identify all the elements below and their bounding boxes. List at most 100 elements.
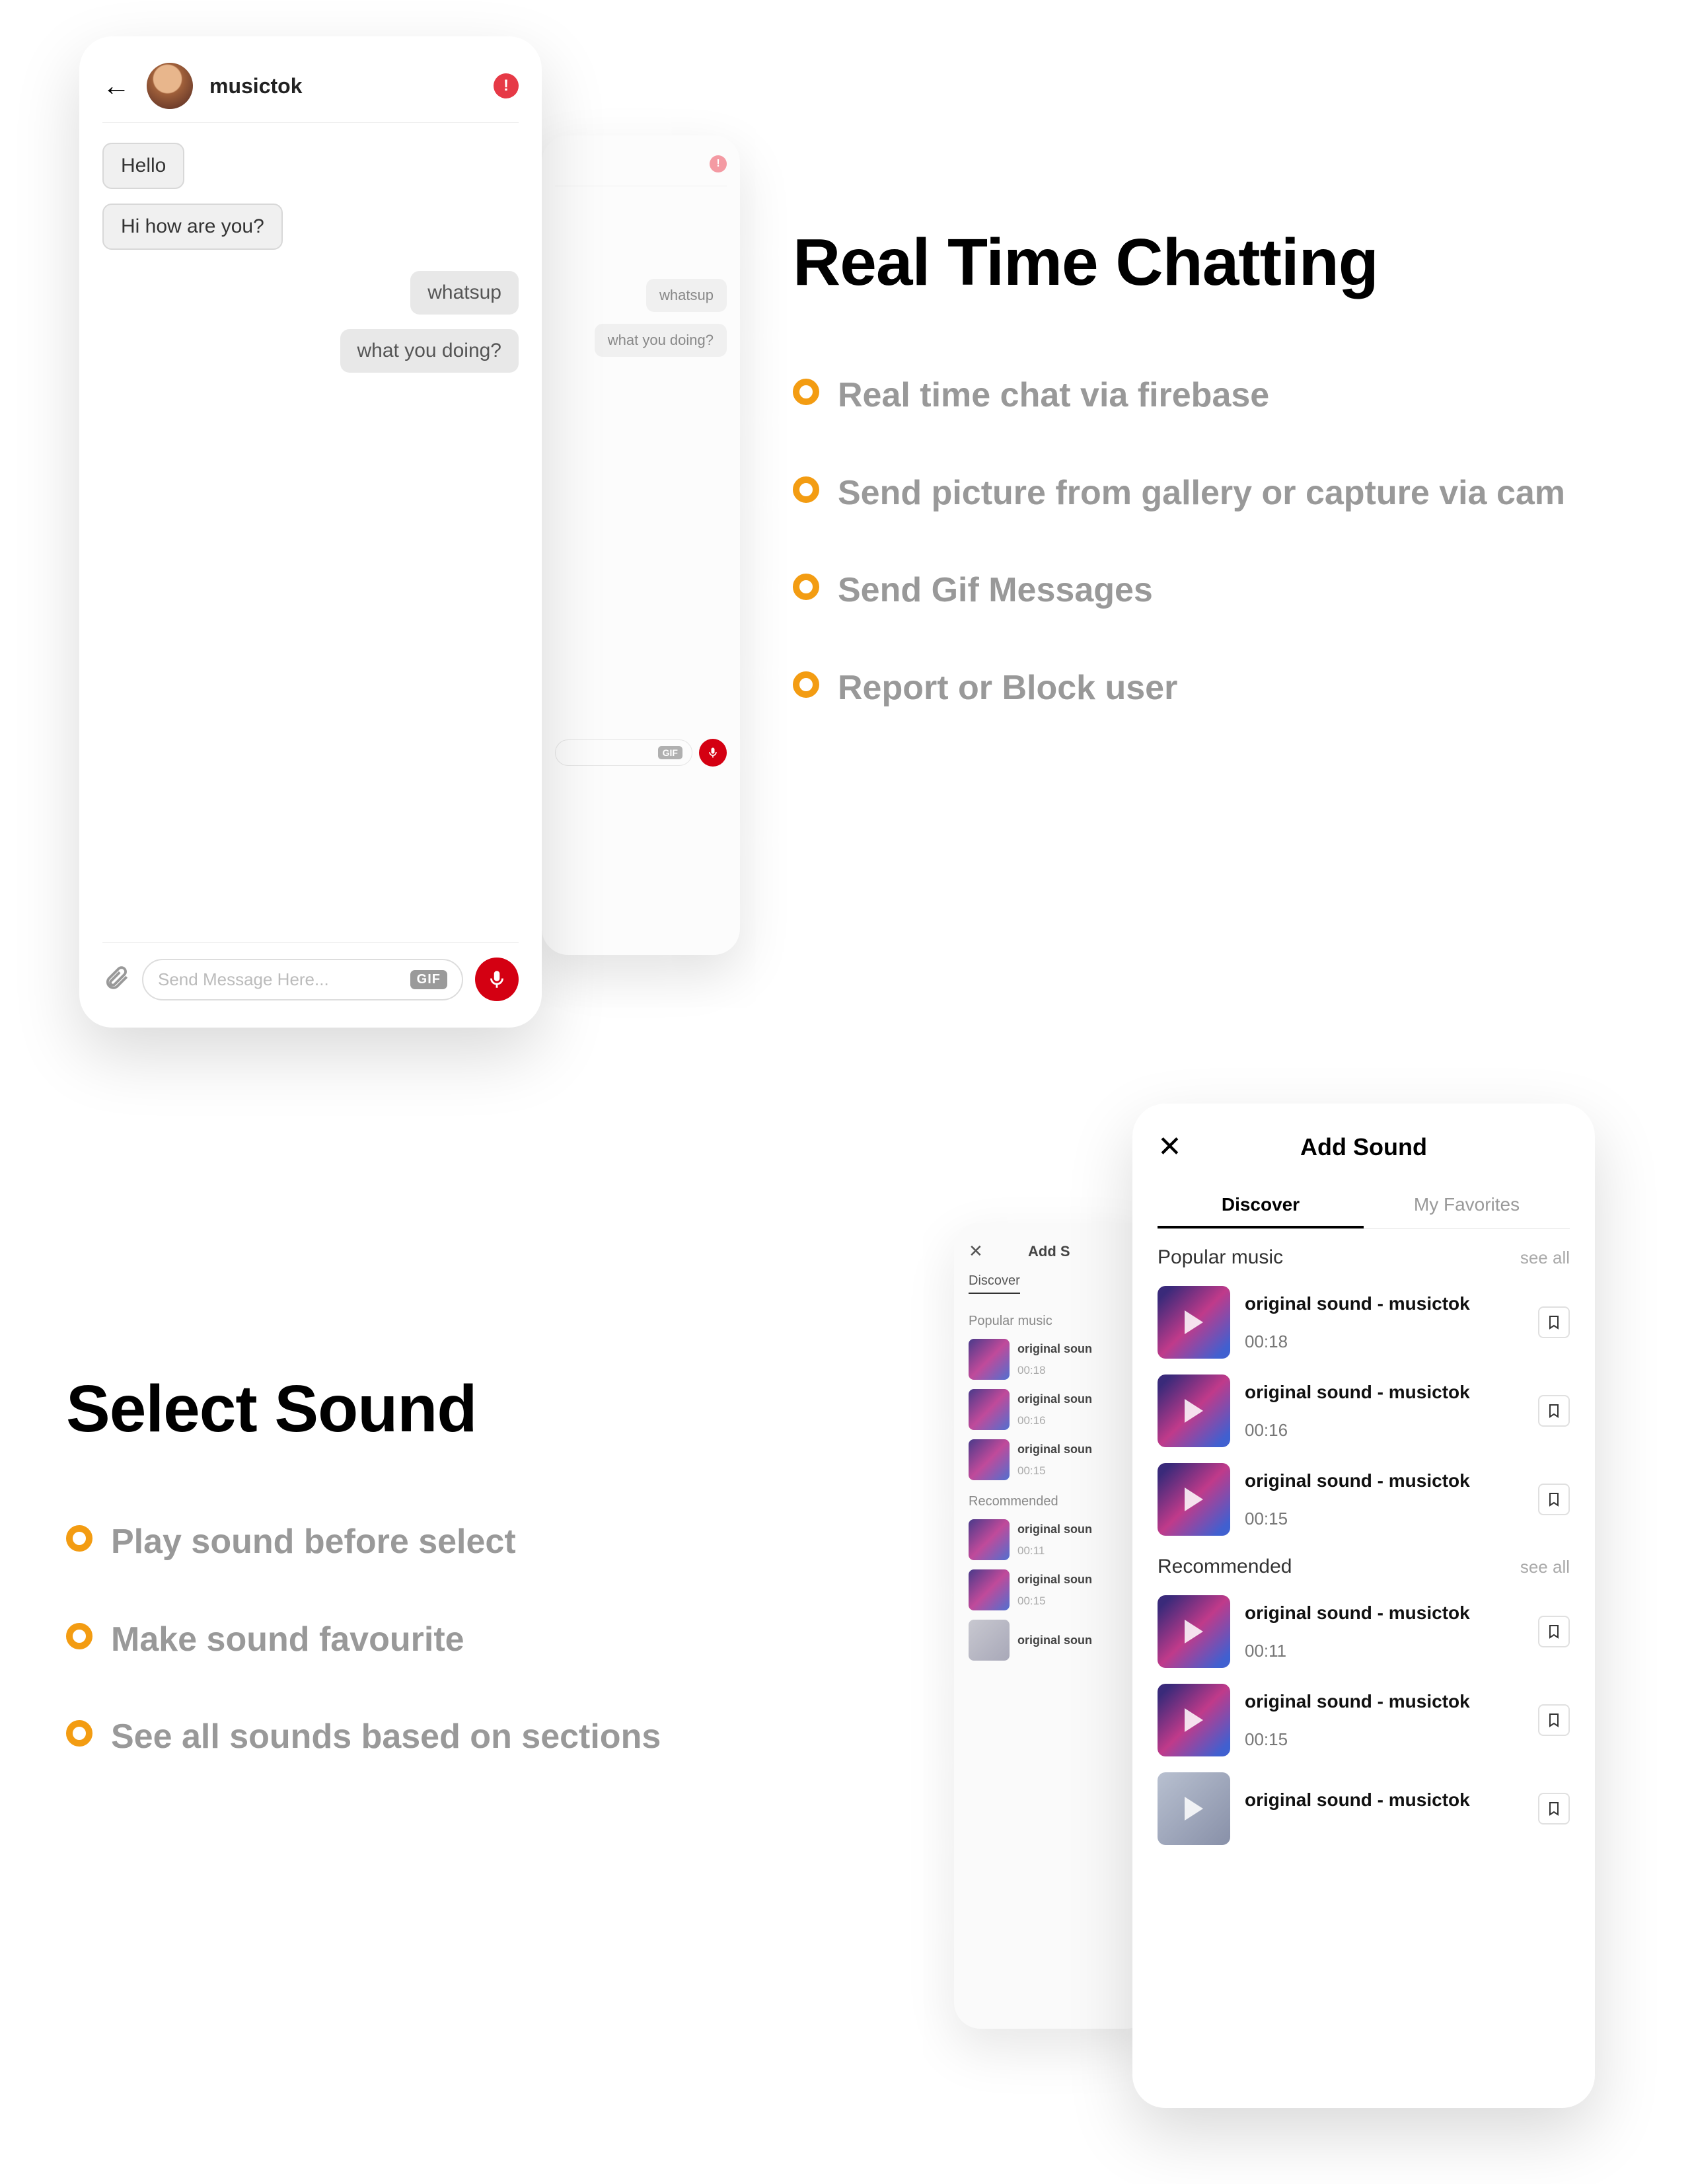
- tab-discover[interactable]: Discover: [969, 1273, 1020, 1294]
- attachment-icon[interactable]: [102, 964, 130, 995]
- gif-button[interactable]: GIF: [410, 970, 447, 989]
- section-label: Popular music: [969, 1314, 1138, 1329]
- sound-item[interactable]: original soun00:16: [969, 1384, 1138, 1435]
- sound-name: original sound - musictok: [1245, 1293, 1524, 1314]
- sound-tabs: Discover My Favorites: [1158, 1184, 1570, 1229]
- sound-item[interactable]: original soun: [969, 1615, 1138, 1665]
- chat-message-in: Hello: [102, 143, 184, 189]
- feature-text: Real time chat via firebase: [838, 373, 1269, 418]
- sound-name: original sound - musictok: [1245, 1470, 1524, 1491]
- sound-thumb-play-icon[interactable]: [1158, 1595, 1230, 1668]
- feature-text: Send picture from gallery or capture via…: [838, 471, 1565, 516]
- feature-text: Report or Block user: [838, 666, 1177, 711]
- chat-message-out: what you doing?: [595, 324, 727, 357]
- alert-icon[interactable]: !: [494, 73, 519, 98]
- sound-name: original sound - musictok: [1245, 1691, 1524, 1712]
- sound-thumb-play-icon[interactable]: [1158, 1374, 1230, 1447]
- feature-item: Make sound favourite: [66, 1618, 859, 1663]
- sound-time: 00:11: [1017, 1544, 1138, 1558]
- section-header: Popular music see all: [1158, 1246, 1570, 1269]
- bookmark-button[interactable]: [1538, 1793, 1570, 1825]
- chat-message-in: Hi how are you?: [102, 204, 283, 250]
- bullet-icon: [66, 1623, 92, 1649]
- sound-name: original soun: [1017, 1573, 1138, 1587]
- sound-time: 00:15: [1245, 1509, 1524, 1529]
- sound-thumb-play-icon[interactable]: [1158, 1684, 1230, 1756]
- feature-text: Play sound before select: [111, 1520, 516, 1565]
- bookmark-button[interactable]: [1538, 1484, 1570, 1515]
- sound-time: 00:15: [1017, 1464, 1138, 1478]
- sound-thumb-play-icon[interactable]: [1158, 1463, 1230, 1536]
- feature-list: Play sound before select Make sound favo…: [66, 1520, 859, 1760]
- sound-item[interactable]: original sound - musictok 00:15: [1158, 1455, 1570, 1544]
- section2-title: Select Sound: [66, 1371, 859, 1447]
- sound-header: ✕ Add Sound: [1158, 1130, 1570, 1164]
- feature-item: Send picture from gallery or capture via…: [793, 471, 1619, 516]
- feature-item: Real time chat via firebase: [793, 373, 1619, 418]
- mic-button[interactable]: [475, 958, 519, 1001]
- bookmark-button[interactable]: [1538, 1704, 1570, 1736]
- sound-item[interactable]: original sound - musictok 00:18: [1158, 1278, 1570, 1367]
- section2-text: Select Sound Play sound before select Ma…: [66, 1371, 859, 1813]
- bookmark-button[interactable]: [1538, 1306, 1570, 1338]
- section-select-sound: Select Sound Play sound before select Ma…: [0, 1110, 1694, 2167]
- sound-time: 00:15: [1017, 1595, 1138, 1608]
- see-all-link[interactable]: see all: [1520, 1248, 1570, 1268]
- bullet-icon: [66, 1525, 92, 1552]
- bookmark-button[interactable]: [1538, 1616, 1570, 1647]
- sound-time: 00:18: [1245, 1332, 1524, 1352]
- alert-icon[interactable]: !: [710, 155, 727, 172]
- chat-messages: Hello Hi how are you? whatsup what you d…: [102, 123, 519, 942]
- sound-item[interactable]: original sound - musictok00:16: [1158, 1367, 1570, 1455]
- sound-item[interactable]: original soun00:18: [969, 1334, 1138, 1384]
- sound-thumb: [969, 1620, 1010, 1661]
- mic-button[interactable]: [699, 739, 727, 767]
- sound-phone-back: ✕Add S Discover Popular music original s…: [954, 1223, 1152, 2029]
- sound-thumb: [969, 1569, 1010, 1610]
- feature-item: Play sound before select: [66, 1520, 859, 1565]
- bullet-icon: [793, 671, 819, 698]
- add-sound-title: Add S: [988, 1243, 1138, 1260]
- sound-item[interactable]: original sound - musictok 00:11: [1158, 1587, 1570, 1676]
- feature-list: Real time chat via firebase Send picture…: [793, 373, 1619, 710]
- tab-favorites[interactable]: My Favorites: [1364, 1184, 1570, 1228]
- gif-button[interactable]: GIF: [658, 746, 682, 759]
- bookmark-button[interactable]: [1538, 1395, 1570, 1427]
- sound-phone-front: ✕ Add Sound Discover My Favorites Popula…: [1132, 1104, 1595, 2108]
- sound-time: 00:11: [1245, 1641, 1524, 1661]
- sound-thumb: [969, 1519, 1010, 1560]
- input-placeholder: Send Message Here...: [158, 969, 329, 990]
- chat-header: ← musictok !: [102, 63, 519, 123]
- section-label: Recommended: [1158, 1556, 1292, 1578]
- message-input[interactable]: GIF: [555, 739, 692, 766]
- section-realtime-chatting: ! whatsup what you doing? GIF ← musictok…: [0, 0, 1694, 1090]
- close-icon[interactable]: ✕: [969, 1241, 988, 1261]
- bullet-icon: [793, 379, 819, 405]
- tab-discover[interactable]: Discover: [1158, 1184, 1364, 1228]
- section1-title: Real Time Chatting: [793, 225, 1619, 301]
- chat-input-bar: Send Message Here... GIF: [102, 942, 519, 1001]
- sound-item[interactable]: original sound - musictok00:15: [1158, 1676, 1570, 1764]
- add-sound-title: Add Sound: [1197, 1133, 1570, 1161]
- close-icon[interactable]: ✕: [1158, 1130, 1197, 1164]
- sound-name: original soun: [1017, 1634, 1138, 1647]
- sound-thumb-play-icon[interactable]: [1158, 1772, 1230, 1845]
- see-all-link[interactable]: see all: [1520, 1557, 1570, 1577]
- feature-item: Report or Block user: [793, 666, 1619, 711]
- chat-mockups: ! whatsup what you doing? GIF ← musictok…: [79, 36, 687, 1067]
- feature-text: See all sounds based on sections: [111, 1715, 661, 1760]
- sound-item[interactable]: original soun00:11: [969, 1515, 1138, 1565]
- section-label: Recommended: [969, 1494, 1138, 1509]
- chat-message-out: whatsup: [410, 271, 519, 315]
- feature-text: Send Gif Messages: [838, 568, 1153, 613]
- sound-item[interactable]: original soun00:15: [969, 1435, 1138, 1485]
- message-input[interactable]: Send Message Here... GIF: [142, 959, 463, 1000]
- sound-item[interactable]: original sound - musictok: [1158, 1764, 1570, 1853]
- feature-item: See all sounds based on sections: [66, 1715, 859, 1760]
- sound-name: original sound - musictok: [1245, 1602, 1524, 1624]
- section1-text: Real Time Chatting Real time chat via fi…: [793, 225, 1619, 763]
- sound-item[interactable]: original soun 00:15: [969, 1565, 1138, 1615]
- avatar[interactable]: [147, 63, 193, 109]
- sound-thumb-play-icon[interactable]: [1158, 1286, 1230, 1359]
- back-arrow-icon[interactable]: ←: [102, 70, 130, 102]
